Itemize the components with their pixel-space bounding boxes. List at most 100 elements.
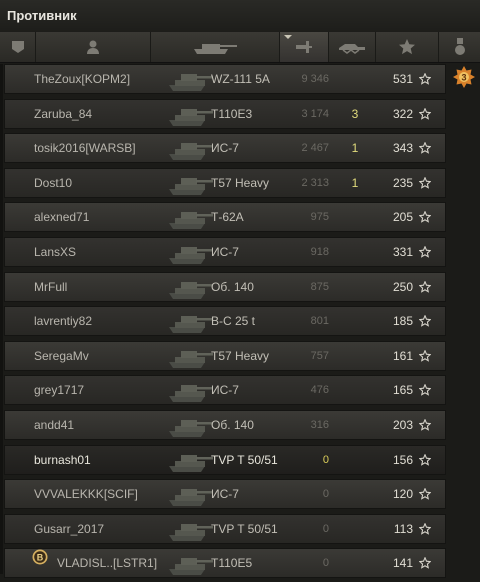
vehicle-name: ИС-7 [211,141,239,156]
vehicle-name: TVP T 50/51 [211,521,278,536]
vehicle-name: TVP T 50/51 [211,452,278,467]
player-icon [87,40,99,54]
vehicle-tank-icon [169,350,213,368]
points-value: 322 [392,106,413,121]
vehicle-tank-icon [169,558,213,576]
points-value: 235 [392,175,413,190]
vehicle-tank-icon [169,420,213,437]
player-name: andd41 [34,418,75,432]
points-value: 165 [392,383,413,398]
vehicle-name: B-C 25 t [211,314,256,329]
scrollbar-track[interactable] [0,64,3,574]
star-icon [419,384,431,397]
star-icon [419,315,431,327]
points-value: 331 [392,245,413,259]
damage-value: 3 174 [301,107,329,120]
player-row[interactable]: lavrentiy82 B-C 25 t 801 185 [4,306,446,337]
damage-value: 2 467 [301,142,329,155]
player-row[interactable]: MrFull Об. 140 875 250 [4,271,446,302]
damage-value: 875 [310,280,329,293]
rank-badge-icon: B [32,549,48,565]
player-name: grey1717 [34,383,85,398]
player-row[interactable]: Dost10 T57 Heavy 2 313 1 235 [4,167,446,198]
vehicle-name: T110E5 [211,556,253,571]
player-name: burnash01 [34,452,91,467]
vehicle-tank-icon [169,212,213,230]
player-name: LansXS [34,245,77,259]
player-row[interactable]: grey1717 ИС-7 476 165 [4,375,446,406]
player-row[interactable]: burnash01 TVP T 50/51 0 156 [4,444,446,475]
points-value: 113 [393,521,413,536]
damage-value: 0 [322,522,329,535]
medals-column-header[interactable] [439,32,480,62]
damage-column-header[interactable] [280,32,329,62]
player-row[interactable]: Zaruba_84 T110E3 3 174 3 322 [4,98,446,129]
vehicle-name: T57 Heavy [211,348,270,363]
player-row[interactable]: VVVALEKKK[SCIF] ИС-7 0 120 [4,479,446,510]
player-name: VVVALEKKK[SCIF] [34,487,138,502]
player-row[interactable]: SeregaMv T57 Heavy 757 161 [4,340,446,371]
damage-value: 757 [310,349,329,362]
frags-icon [339,44,365,54]
vehicle-tank-icon [169,143,213,161]
star-icon [419,176,431,189]
points-value: 531 [392,72,413,86]
vehicle-column-header[interactable] [151,32,280,62]
points-value: 161 [392,348,413,363]
player-row[interactable]: tosik2016[WARSB] ИС-7 2 467 1 343 [4,133,446,164]
player-name: Dost10 [34,175,73,190]
damage-value: 316 [310,419,329,431]
damage-value: 0 [322,453,329,466]
star-icon [419,557,431,570]
points-value: 185 [392,314,413,329]
player-row[interactable]: VLADISL..[LSTR1] T110E5 0 141 [4,548,446,579]
vehicle-tank-icon [169,281,213,299]
vehicle-tank-icon [169,316,213,334]
player-row[interactable]: TheZoux[KOPM2] WZ-111 5A 9 346 531 [4,64,446,94]
vehicle-tank-icon [169,108,213,126]
player-column-header[interactable] [36,32,151,62]
player-name: alexned71 [34,210,90,225]
platoon-column-header[interactable] [0,32,36,62]
player-name: VLADISL..[LSTR1] [57,556,158,571]
vehicle-name: ИС-7 [211,383,239,398]
vehicle-name: Т-62А [211,210,244,225]
player-name: SeregaMv [34,348,89,363]
vehicle-name: T57 Heavy [211,175,270,190]
vehicle-name: WZ-111 5A [211,72,270,86]
player-name: lavrentiy82 [34,314,93,329]
points-value: 141 [392,556,413,571]
player-name: TheZoux[KOPM2] [34,72,131,86]
vehicle-name: T110E3 [211,106,253,121]
platoon-icon [11,41,24,53]
vehicle-tank-icon [169,489,213,507]
star-icon [419,280,431,293]
player-row[interactable]: Gusarr_2017 TVP T 50/51 0 113 [4,513,446,544]
star-icon [419,107,431,120]
points-value: 250 [392,279,413,294]
star-icon [419,142,431,154]
star-icon [419,73,431,85]
damage-icon [296,41,312,53]
damage-value: 918 [310,246,329,258]
damage-value: 0 [322,488,329,501]
medals-icon [454,38,465,55]
star-icon [419,246,431,258]
star-icon [419,349,431,362]
frags-column-header[interactable] [329,32,376,62]
points-column-header[interactable] [376,32,439,62]
vehicle-tank-icon [169,385,213,403]
vehicle-tank-icon [169,247,213,264]
player-row[interactable]: andd41 Об. 140 316 203 [4,410,446,440]
sort-indicator-icon [284,35,292,39]
vehicle-name: ИС-7 [211,487,239,502]
player-row[interactable]: alexned71 Т-62А 975 205 [4,202,446,233]
star-icon [419,419,431,431]
tank-icon [194,44,237,54]
damage-value: 975 [310,211,329,224]
player-row[interactable]: LansXS ИС-7 918 331 [4,237,446,267]
mastery-medal-icon: 3 [453,66,475,88]
frags-value: 1 [351,175,359,190]
panel-title: Противник [7,8,77,23]
damage-value: 0 [322,557,329,570]
